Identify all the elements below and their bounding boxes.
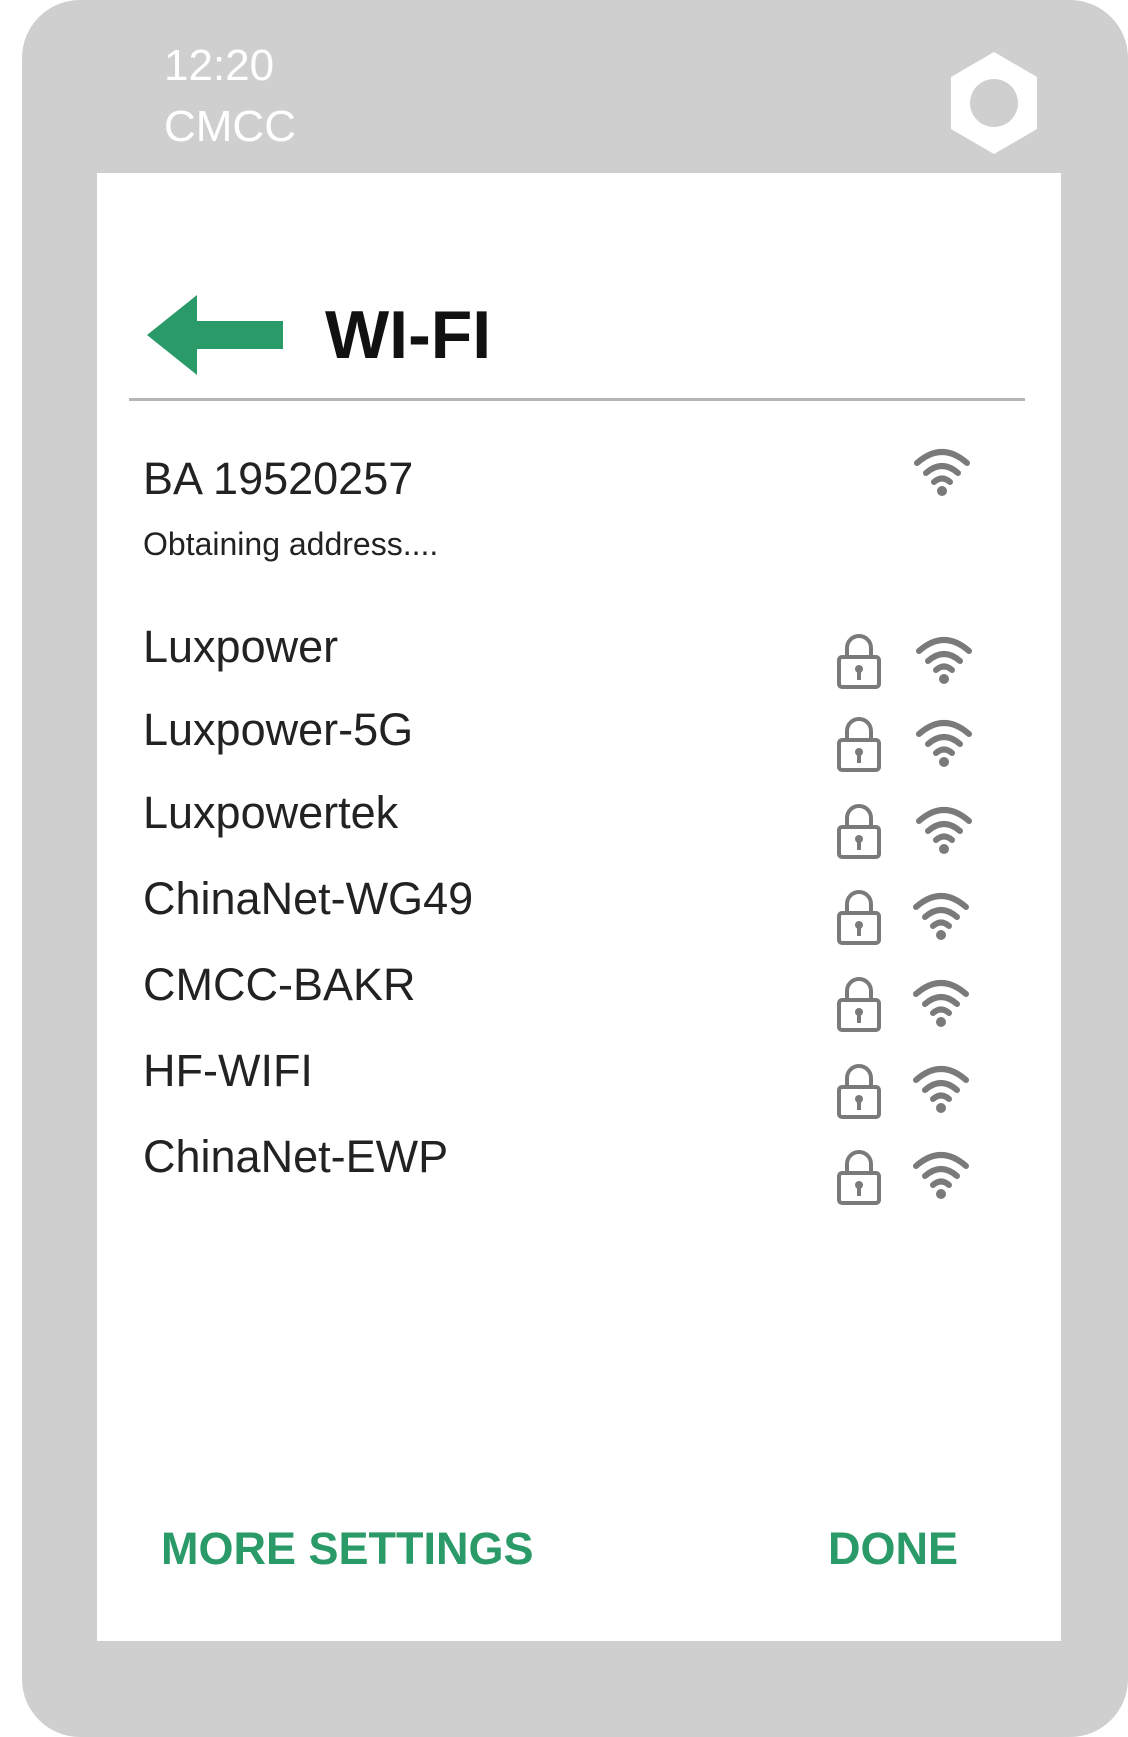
- lock-icon: [837, 977, 881, 1032]
- back-arrow-icon[interactable]: [145, 293, 285, 377]
- done-button[interactable]: DONE: [828, 1523, 958, 1575]
- wifi-signal-icon: [916, 637, 972, 684]
- lock-icon: [837, 1064, 881, 1119]
- network-name: Luxpowertek: [143, 787, 399, 838]
- wifi-signal-icon: [916, 807, 972, 854]
- wifi-signal-icon: [913, 980, 969, 1027]
- status-carrier: CMCC: [164, 102, 296, 151]
- lock-icon: [837, 890, 881, 945]
- wifi-screen: WI-FI BA 19520257 Obtaining address.... …: [97, 173, 1061, 1641]
- wifi-signal-icon: [913, 1066, 969, 1113]
- network-name: BA 19520257: [143, 453, 414, 504]
- wifi-signal-icon: [914, 449, 970, 496]
- network-row-hf-wifi[interactable]: HF-WIFI: [97, 1045, 1061, 1123]
- wifi-signal-icon: [913, 893, 969, 940]
- connected-network-row[interactable]: BA 19520257: [97, 449, 1061, 531]
- wifi-signal-icon: [913, 1152, 969, 1199]
- status-time: 12:20: [164, 41, 275, 90]
- network-name: Luxpower: [143, 621, 339, 672]
- network-row-luxpower-5g[interactable]: Luxpower-5G: [97, 704, 1061, 782]
- more-settings-button[interactable]: MORE SETTINGS: [161, 1523, 534, 1575]
- lock-icon: [837, 804, 881, 859]
- lock-icon: [837, 1150, 881, 1205]
- network-row-chinanet-wg49[interactable]: ChinaNet-WG49: [97, 873, 1061, 951]
- page-title: WI-FI: [325, 297, 492, 373]
- network-row-luxpowertek[interactable]: Luxpowertek: [97, 787, 1061, 865]
- connection-status: Obtaining address....: [143, 526, 439, 562]
- header-divider: [129, 398, 1025, 401]
- network-name: HF-WIFI: [143, 1045, 313, 1096]
- wifi-signal-icon: [916, 720, 972, 767]
- network-name: ChinaNet-EWP: [143, 1131, 449, 1182]
- network-row-cmcc-bakr[interactable]: CMCC-BAKR: [97, 959, 1061, 1037]
- network-row-luxpower[interactable]: Luxpower: [97, 621, 1061, 699]
- network-name: Luxpower-5G: [143, 704, 414, 755]
- lock-icon: [837, 634, 881, 689]
- hexagon-icon[interactable]: [944, 48, 1044, 158]
- network-row-chinanet-ewp[interactable]: ChinaNet-EWP: [97, 1131, 1061, 1209]
- lock-icon: [837, 717, 881, 772]
- network-name: CMCC-BAKR: [143, 959, 416, 1010]
- network-name: ChinaNet-WG49: [143, 873, 474, 924]
